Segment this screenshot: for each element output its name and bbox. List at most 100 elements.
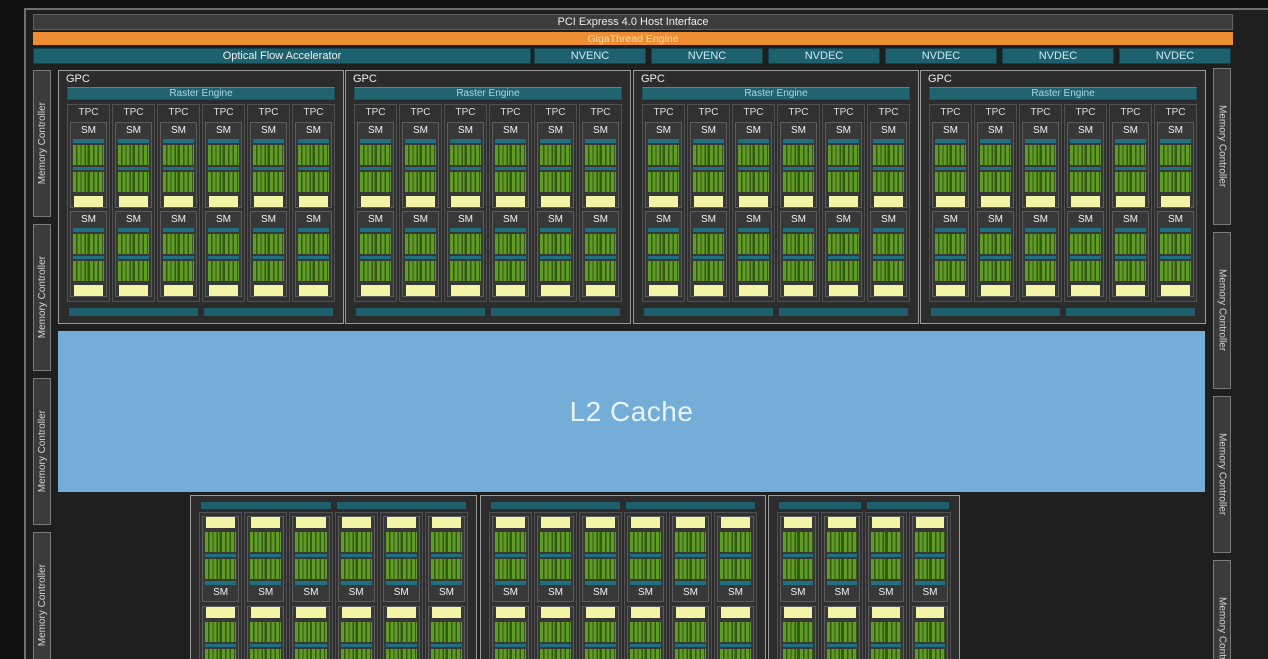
cuda-core-array (341, 622, 372, 642)
texture-units-strip (1066, 308, 1195, 316)
cuda-core-array (585, 234, 616, 254)
cuda-core-array (163, 261, 194, 281)
tpc-row: SMSMSMSMSMSMSMSMSMSMSMSM (199, 512, 468, 659)
sm-label: SM (1115, 214, 1146, 226)
sm-block: SM (582, 122, 619, 208)
tpc-row: SMSMSMSMSMSMSMSM (777, 512, 951, 659)
sm-block: SM (338, 606, 375, 659)
rt-core (74, 285, 103, 296)
scheduler-strip (495, 256, 526, 259)
rt-core (1116, 196, 1145, 207)
rt-core (164, 285, 193, 296)
rt-core (1161, 196, 1190, 207)
nvenc-label: NVENC (688, 50, 727, 62)
rt-core (1116, 285, 1145, 296)
gpc-label: GPC (353, 73, 377, 85)
cuda-core-array (873, 145, 904, 165)
sm-block: SM (1067, 211, 1104, 297)
cuda-core-array (783, 261, 814, 281)
sm-label: SM (360, 125, 391, 137)
scheduler-strip (205, 644, 236, 647)
tpc-block: TPCSMSM (687, 104, 730, 302)
scheduler-strip (73, 167, 104, 170)
scheduler-strip (585, 554, 616, 557)
cuda-core-array (675, 649, 706, 659)
scheduler-strip (1070, 228, 1101, 232)
sm-block: SM (402, 211, 439, 297)
rt-core (586, 517, 615, 528)
scheduler-strip (871, 644, 901, 647)
scheduler-strip (720, 581, 751, 585)
tpc-label: TPC (932, 105, 969, 119)
sm-block: SM (492, 516, 529, 602)
gpc-block: GPCRaster EngineTPCSMSMTPCSMSMTPCSMSMTPC… (633, 70, 919, 324)
cuda-core-array (431, 559, 462, 579)
rt-core (739, 285, 768, 296)
rt-core (916, 517, 944, 528)
cuda-core-array (1115, 261, 1146, 281)
scheduler-strip (828, 139, 859, 143)
scheduler-strip (720, 554, 751, 557)
sm-block: SM (250, 211, 287, 297)
cuda-core-array (495, 172, 526, 192)
cuda-core-array (738, 172, 769, 192)
scheduler-strip (738, 228, 769, 232)
sm-label: SM (648, 125, 679, 137)
sm-block: SM (428, 606, 465, 659)
memory-controller-left: Memory Controller (33, 70, 51, 217)
cuda-core-array (783, 532, 813, 552)
cuda-core-array (253, 145, 284, 165)
tpc-block: TPCSMSM (112, 104, 155, 302)
scheduler-strip (341, 581, 372, 585)
cuda-core-array (693, 234, 724, 254)
sm-label: SM (693, 125, 724, 137)
tpc-label: TPC (735, 105, 772, 119)
scheduler-strip (1160, 228, 1191, 232)
cuda-core-array (540, 532, 571, 552)
sm-label: SM (873, 214, 904, 226)
cuda-core-array (827, 559, 857, 579)
scheduler-strip (540, 139, 571, 143)
texture-strips (644, 308, 908, 316)
scheduler-strip (450, 167, 481, 170)
scheduler-strip (630, 581, 661, 585)
rt-core (251, 517, 280, 528)
sm-label: SM (205, 587, 236, 599)
tpc-block: TPCSMSM (732, 104, 775, 302)
memory-controller-label: Memory Controller (37, 564, 48, 646)
raster-engine-bar: Raster Engine (929, 87, 1197, 100)
sm-label: SM (118, 125, 149, 137)
scheduler-strip (980, 256, 1011, 259)
optical-flow-accelerator-bar: Optical Flow Accelerator (33, 48, 531, 64)
rt-core (784, 517, 812, 528)
tpc-label: TPC (870, 105, 907, 119)
cuda-core-array (935, 145, 966, 165)
sm-label: SM (540, 214, 571, 226)
tpc-block: SMSM (714, 512, 757, 659)
sm-block: SM (780, 516, 816, 602)
rt-core (496, 607, 525, 618)
sm-label: SM (495, 587, 526, 599)
scheduler-strip (693, 139, 724, 143)
cuda-core-array (720, 622, 751, 642)
sm-block: SM (537, 606, 574, 659)
tpc-label: TPC (582, 105, 619, 119)
rt-core (872, 517, 900, 528)
sm-block: SM (70, 122, 107, 208)
rt-core (119, 285, 148, 296)
nvenc-label: NVENC (571, 50, 610, 62)
cuda-core-array (1115, 172, 1146, 192)
scheduler-strip (827, 581, 857, 585)
scheduler-strip (915, 581, 945, 585)
cuda-core-array (648, 261, 679, 281)
sm-label: SM (980, 214, 1011, 226)
cuda-core-array (630, 649, 661, 659)
tpc-block: TPCSMSM (444, 104, 487, 302)
tpc-block: SMSM (777, 512, 819, 659)
cuda-core-array (648, 234, 679, 254)
cuda-core-array (783, 172, 814, 192)
tpc-label: TPC (402, 105, 439, 119)
sm-block: SM (160, 122, 197, 208)
scheduler-strip (648, 167, 679, 170)
raster-engine-label: Raster Engine (456, 88, 519, 99)
